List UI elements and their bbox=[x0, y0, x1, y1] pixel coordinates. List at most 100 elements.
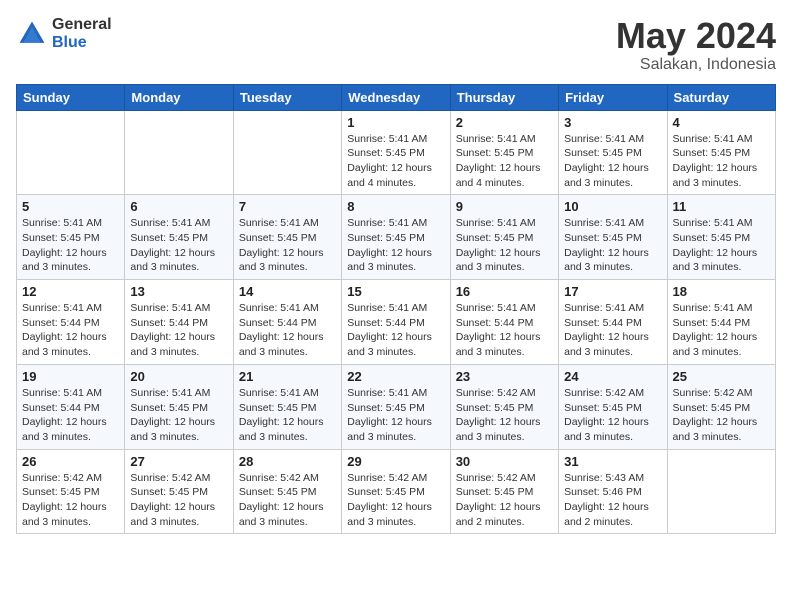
day-number: 22 bbox=[347, 369, 444, 384]
day-number: 15 bbox=[347, 284, 444, 299]
calendar-location: Salakan, Indonesia bbox=[616, 56, 776, 74]
week-row-2: 12 Sunrise: 5:41 AM Sunset: 5:44 PM Dayli… bbox=[17, 280, 776, 365]
day-info: Sunrise: 5:41 AM Sunset: 5:45 PM Dayligh… bbox=[673, 132, 770, 191]
day-number: 31 bbox=[564, 454, 661, 469]
day-number: 2 bbox=[456, 115, 553, 130]
day-cell: 9 Sunrise: 5:41 AM Sunset: 5:45 PM Daylig… bbox=[450, 195, 558, 280]
day-info: Sunrise: 5:43 AM Sunset: 5:46 PM Dayligh… bbox=[564, 471, 661, 530]
day-number: 19 bbox=[22, 369, 119, 384]
day-info: Sunrise: 5:41 AM Sunset: 5:45 PM Dayligh… bbox=[347, 386, 444, 445]
day-number: 7 bbox=[239, 199, 336, 214]
day-cell: 15 Sunrise: 5:41 AM Sunset: 5:44 PM Dayli… bbox=[342, 280, 450, 365]
day-number: 28 bbox=[239, 454, 336, 469]
logo-text: General Blue bbox=[52, 16, 112, 51]
day-cell bbox=[667, 449, 775, 534]
day-cell: 6Sunrise: 5:41 AM Sunset: 5:45 PM Daylig… bbox=[125, 195, 233, 280]
day-number: 4 bbox=[673, 115, 770, 130]
title-block: May 2024 Salakan, Indonesia bbox=[616, 16, 776, 74]
day-number: 29 bbox=[347, 454, 444, 469]
day-info: Sunrise: 5:41 AM Sunset: 5:45 PM Dayligh… bbox=[239, 216, 336, 275]
weekday-header-thursday: Thursday bbox=[450, 84, 558, 110]
day-info: Sunrise: 5:41 AM Sunset: 5:44 PM Dayligh… bbox=[22, 386, 119, 445]
calendar-title: May 2024 bbox=[616, 16, 776, 56]
day-cell: 31 Sunrise: 5:43 AM Sunset: 5:46 PM Dayli… bbox=[559, 449, 667, 534]
day-number: 9 bbox=[456, 199, 553, 214]
day-info: Sunrise: 5:42 AM Sunset: 5:45 PM Dayligh… bbox=[456, 386, 553, 445]
day-info: Sunrise: 5:41 AM Sunset: 5:44 PM Dayligh… bbox=[239, 301, 336, 360]
day-cell: 30 Sunrise: 5:42 AM Sunset: 5:45 PM Dayli… bbox=[450, 449, 558, 534]
day-info: Sunrise: 5:42 AM Sunset: 5:45 PM Dayligh… bbox=[673, 386, 770, 445]
weekday-header-tuesday: Tuesday bbox=[233, 84, 341, 110]
day-info: Sunrise: 5:41 AM Sunset: 5:44 PM Dayligh… bbox=[130, 301, 227, 360]
day-number: 3 bbox=[564, 115, 661, 130]
logo-blue: Blue bbox=[52, 34, 112, 52]
day-number: 26 bbox=[22, 454, 119, 469]
day-number: 27 bbox=[130, 454, 227, 469]
day-number: 20 bbox=[130, 369, 227, 384]
day-number: 23 bbox=[456, 369, 553, 384]
day-cell: 29 Sunrise: 5:42 AM Sunset: 5:45 PM Dayli… bbox=[342, 449, 450, 534]
day-number: 21 bbox=[239, 369, 336, 384]
day-number: 5 bbox=[22, 199, 119, 214]
day-info: Sunrise: 5:41 AM Sunset: 5:45 PM Dayligh… bbox=[130, 386, 227, 445]
day-number: 25 bbox=[673, 369, 770, 384]
day-number: 11 bbox=[673, 199, 770, 214]
day-number: 24 bbox=[564, 369, 661, 384]
day-info: Sunrise: 5:41 AM Sunset: 5:45 PM Dayligh… bbox=[239, 386, 336, 445]
day-info: Sunrise: 5:41 AM Sunset: 5:45 PM Dayligh… bbox=[22, 216, 119, 275]
day-number: 16 bbox=[456, 284, 553, 299]
day-cell: 22 Sunrise: 5:41 AM Sunset: 5:45 PM Dayli… bbox=[342, 364, 450, 449]
day-cell: 5 Sunrise: 5:41 AM Sunset: 5:45 PM Daylig… bbox=[17, 195, 125, 280]
logo-general: General bbox=[52, 16, 112, 34]
day-info: Sunrise: 5:42 AM Sunset: 5:45 PM Dayligh… bbox=[22, 471, 119, 530]
day-cell: 18Sunrise: 5:41 AM Sunset: 5:44 PM Dayli… bbox=[667, 280, 775, 365]
day-cell: 10 Sunrise: 5:41 AM Sunset: 5:45 PM Dayli… bbox=[559, 195, 667, 280]
day-info: Sunrise: 5:41 AM Sunset: 5:45 PM Dayligh… bbox=[564, 132, 661, 191]
day-info: Sunrise: 5:42 AM Sunset: 5:45 PM Dayligh… bbox=[347, 471, 444, 530]
day-cell: 1 Sunrise: 5:41 AM Sunset: 5:45 PM Daylig… bbox=[342, 110, 450, 195]
day-number: 17 bbox=[564, 284, 661, 299]
day-number: 12 bbox=[22, 284, 119, 299]
day-cell: 14 Sunrise: 5:41 AM Sunset: 5:44 PM Dayli… bbox=[233, 280, 341, 365]
day-info: Sunrise: 5:41 AM Sunset: 5:45 PM Dayligh… bbox=[456, 216, 553, 275]
day-info: Sunrise: 5:41 AM Sunset: 5:45 PM Dayligh… bbox=[347, 132, 444, 191]
day-cell: 20 Sunrise: 5:41 AM Sunset: 5:45 PM Dayli… bbox=[125, 364, 233, 449]
day-info: Sunrise: 5:42 AM Sunset: 5:45 PM Dayligh… bbox=[130, 471, 227, 530]
day-info: Sunrise: 5:41 AM Sunset: 5:45 PM Dayligh… bbox=[673, 216, 770, 275]
day-info: Sunrise: 5:42 AM Sunset: 5:45 PM Dayligh… bbox=[564, 386, 661, 445]
day-cell: 17 Sunrise: 5:41 AM Sunset: 5:44 PM Dayli… bbox=[559, 280, 667, 365]
day-cell: 12Sunrise: 5:41 AM Sunset: 5:44 PM Dayli… bbox=[17, 280, 125, 365]
day-cell: 24 Sunrise: 5:42 AM Sunset: 5:45 PM Dayli… bbox=[559, 364, 667, 449]
weekday-header-sunday: Sunday bbox=[17, 84, 125, 110]
day-cell: 3 Sunrise: 5:41 AM Sunset: 5:45 PM Daylig… bbox=[559, 110, 667, 195]
day-number: 30 bbox=[456, 454, 553, 469]
day-cell bbox=[233, 110, 341, 195]
day-number: 1 bbox=[347, 115, 444, 130]
weekday-header-friday: Friday bbox=[559, 84, 667, 110]
day-cell: 13 Sunrise: 5:41 AM Sunset: 5:44 PM Dayli… bbox=[125, 280, 233, 365]
day-cell: 26 Sunrise: 5:42 AM Sunset: 5:45 PM Dayli… bbox=[17, 449, 125, 534]
day-info: Sunrise: 5:41 AM Sunset: 5:44 PM Dayligh… bbox=[347, 301, 444, 360]
logo: General Blue bbox=[16, 16, 112, 51]
day-number: 14 bbox=[239, 284, 336, 299]
week-row-4: 26 Sunrise: 5:42 AM Sunset: 5:45 PM Dayli… bbox=[17, 449, 776, 534]
day-info: Sunrise: 5:42 AM Sunset: 5:45 PM Dayligh… bbox=[456, 471, 553, 530]
day-info: Sunrise: 5:41 AM Sunset: 5:45 PM Dayligh… bbox=[130, 216, 227, 275]
day-info: Sunrise: 5:42 AM Sunset: 5:45 PM Dayligh… bbox=[239, 471, 336, 530]
weekday-header-monday: Monday bbox=[125, 84, 233, 110]
weekday-header-row: SundayMondayTuesdayWednesdayThursdayFrid… bbox=[17, 84, 776, 110]
day-number: 13 bbox=[130, 284, 227, 299]
weekday-header-saturday: Saturday bbox=[667, 84, 775, 110]
week-row-3: 19 Sunrise: 5:41 AM Sunset: 5:44 PM Dayli… bbox=[17, 364, 776, 449]
day-cell: 4 Sunrise: 5:41 AM Sunset: 5:45 PM Daylig… bbox=[667, 110, 775, 195]
day-info: Sunrise: 5:41 AM Sunset: 5:45 PM Dayligh… bbox=[564, 216, 661, 275]
day-number: 10 bbox=[564, 199, 661, 214]
day-cell: 2Sunrise: 5:41 AM Sunset: 5:45 PM Daylig… bbox=[450, 110, 558, 195]
day-info: Sunrise: 5:41 AM Sunset: 5:44 PM Dayligh… bbox=[456, 301, 553, 360]
day-info: Sunrise: 5:41 AM Sunset: 5:44 PM Dayligh… bbox=[564, 301, 661, 360]
weekday-header-wednesday: Wednesday bbox=[342, 84, 450, 110]
day-info: Sunrise: 5:41 AM Sunset: 5:45 PM Dayligh… bbox=[347, 216, 444, 275]
day-cell: 27 Sunrise: 5:42 AM Sunset: 5:45 PM Dayli… bbox=[125, 449, 233, 534]
day-cell bbox=[125, 110, 233, 195]
day-info: Sunrise: 5:41 AM Sunset: 5:44 PM Dayligh… bbox=[673, 301, 770, 360]
